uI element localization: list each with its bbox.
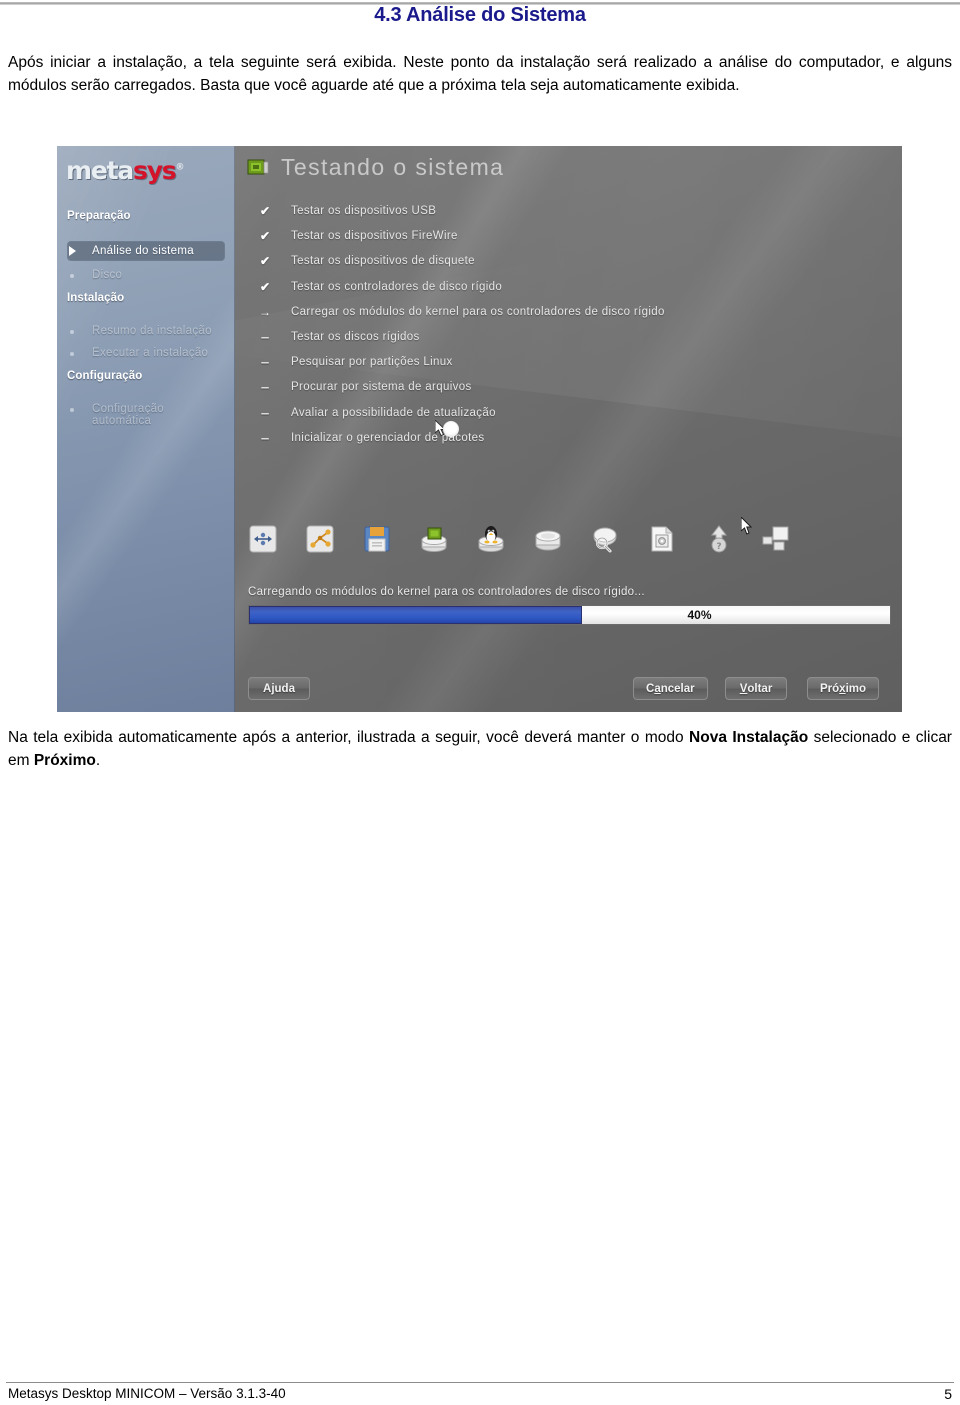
chip-card-icon [247, 159, 269, 175]
package-manager-icon [762, 526, 789, 551]
logo-text-sys: sys [133, 156, 177, 185]
sidebar-item-analise-do-sistema[interactable]: Análise do sistema [67, 241, 225, 261]
task-row: – Inicializar o gerenciador de pacotes [235, 429, 902, 454]
next-button[interactable]: Pró x imo [807, 677, 880, 700]
after-paragraph: Na tela exibida automaticamente após a a… [8, 727, 952, 772]
back-button-label-after: oltar [747, 682, 773, 695]
help-button-label-after: uda [274, 682, 295, 695]
cancel-button[interactable]: Ca ncelar [633, 677, 708, 700]
page-title: 4.3 Análise do Sistema [374, 4, 586, 26]
task-row: – Avaliar a possibilidade de atualização [235, 404, 902, 429]
help-button[interactable]: Aj uda [248, 677, 310, 700]
task-row: ✔ Testar os dispositivos USB [235, 202, 902, 227]
task-label: Inicializar o gerenciador de pacotes [291, 431, 485, 444]
task-label: Avaliar a possibilidade de atualização [291, 406, 496, 419]
task-label: Carregar os módulos do kernel para os co… [291, 305, 665, 318]
metasys-logo: metasys® [66, 156, 185, 185]
sidebar-item-label: Configuração automática [92, 403, 165, 427]
task-label: Testar os dispositivos FireWire [291, 230, 458, 243]
sidebar-group-preparacao: Preparação [67, 210, 131, 222]
partition-search-icon [593, 527, 617, 553]
task-status-dash-icon: – [260, 354, 270, 372]
progress-status-label: Carregando os módulos do kernel para os … [248, 586, 645, 598]
sidebar-item-label: Disco [92, 269, 123, 281]
filesystem-document-icon [651, 526, 673, 552]
linux-penguin-disk-icon [478, 526, 504, 552]
progress-bar: 40% [248, 605, 891, 625]
task-row: ✔ Testar os dispositivos de disquete [235, 252, 902, 277]
task-status-dash-icon: – [260, 429, 270, 447]
task-status-arrow-icon: → [259, 304, 271, 319]
upgrade-question-icon: ? [710, 525, 728, 553]
task-row: ✔ Testar os dispositivos FireWire [235, 227, 902, 252]
sidebar-item-resumo-da-instalacao[interactable]: Resumo da instalação [67, 323, 225, 341]
task-status-dash-icon: – [260, 404, 270, 422]
task-row: – Procurar por sistema de arquivos [235, 378, 902, 403]
sidebar-item-label: Análise do sistema [92, 245, 194, 257]
after-paragraph-suffix: . [95, 751, 101, 769]
task-label: Pesquisar por partições Linux [291, 356, 453, 369]
logo-text-meta: meta [66, 156, 134, 185]
hard-disk-icon [535, 530, 561, 551]
after-paragraph-bold-proximo: Próximo [33, 751, 96, 769]
usb-device-icon [249, 525, 277, 553]
device-icon-strip: ? [235, 520, 902, 562]
task-label: Testar os controladores de disco rígido [291, 280, 503, 293]
task-status-dash-icon: – [260, 379, 270, 397]
task-row: ✔ Testar os controladores de disco rígid… [235, 278, 902, 303]
footer-rule [6, 1382, 954, 1383]
task-row: – Testar os discos rígidos [235, 328, 902, 353]
floppy-disk-icon [364, 526, 390, 552]
installer-sidebar: metasys® Preparação Análise do sistema D… [57, 146, 235, 712]
sidebar-item-label: Resumo da instalação [92, 325, 212, 337]
disk-controller-chip-icon [421, 527, 447, 552]
after-paragraph-prefix: Na tela exibida automaticamente após a a… [8, 729, 690, 746]
cancel-button-label-after: ncelar [660, 682, 695, 695]
sidebar-group-instalacao: Instalação [67, 292, 125, 304]
sidebar-group-configuracao: Configuração [67, 370, 143, 382]
task-status-dash-icon: – [260, 328, 270, 346]
current-step-arrow-icon [69, 246, 76, 256]
task-status-check-icon: ✔ [259, 279, 271, 294]
bullet-icon [70, 352, 74, 356]
task-status-check-icon: ✔ [259, 204, 271, 218]
task-label: Testar os discos rígidos [291, 330, 420, 343]
intro-paragraph: Após iniciar a instalação, a tela seguin… [8, 54, 952, 94]
next-button-label-before: Pró [820, 682, 840, 695]
logo-trademark: ® [175, 162, 185, 173]
installer-main-panel: Testando o sistema ✔ Testar os dispositi… [235, 146, 902, 712]
sidebar-item-disco[interactable]: Disco [67, 267, 225, 285]
bullet-icon [70, 408, 74, 412]
sidebar-item-label: Executar a instalação [92, 347, 209, 359]
task-row: → Carregar os módulos do kernel para os … [235, 303, 902, 328]
task-label: Testar os dispositivos de disquete [291, 255, 475, 268]
task-list: ✔ Testar os dispositivos USB ✔ Testar os… [235, 202, 902, 454]
bullet-icon [70, 330, 74, 334]
progress-percent-label: 40% [687, 608, 712, 622]
after-paragraph-bold-nova-instalacao: Nova Instalação [689, 729, 809, 746]
task-status-check-icon: ✔ [259, 254, 271, 269]
page-number: 5 [944, 1386, 952, 1402]
sidebar-item-executar-a-instalacao[interactable]: Executar a instalação [67, 345, 225, 363]
installer-title: Testando o sistema [281, 154, 505, 180]
task-status-check-icon: ✔ [259, 229, 271, 244]
task-row: – Pesquisar por partições Linux [235, 353, 902, 378]
svg-text:?: ? [716, 542, 721, 552]
firewire-device-icon [306, 525, 334, 553]
installer-screenshot: metasys® Preparação Análise do sistema D… [57, 146, 902, 712]
footer-text: Metasys Desktop MINICOM – Versão 3.1.3-4… [8, 1386, 286, 1401]
next-button-label-after: imo [845, 682, 867, 695]
task-label: Procurar por sistema de arquivos [291, 381, 472, 394]
task-label: Testar os dispositivos USB [291, 205, 437, 217]
sidebar-item-configuracao-automatica[interactable]: Configuração automática [67, 401, 225, 427]
bullet-icon [70, 274, 74, 278]
back-button[interactable]: Voltar [725, 677, 787, 700]
